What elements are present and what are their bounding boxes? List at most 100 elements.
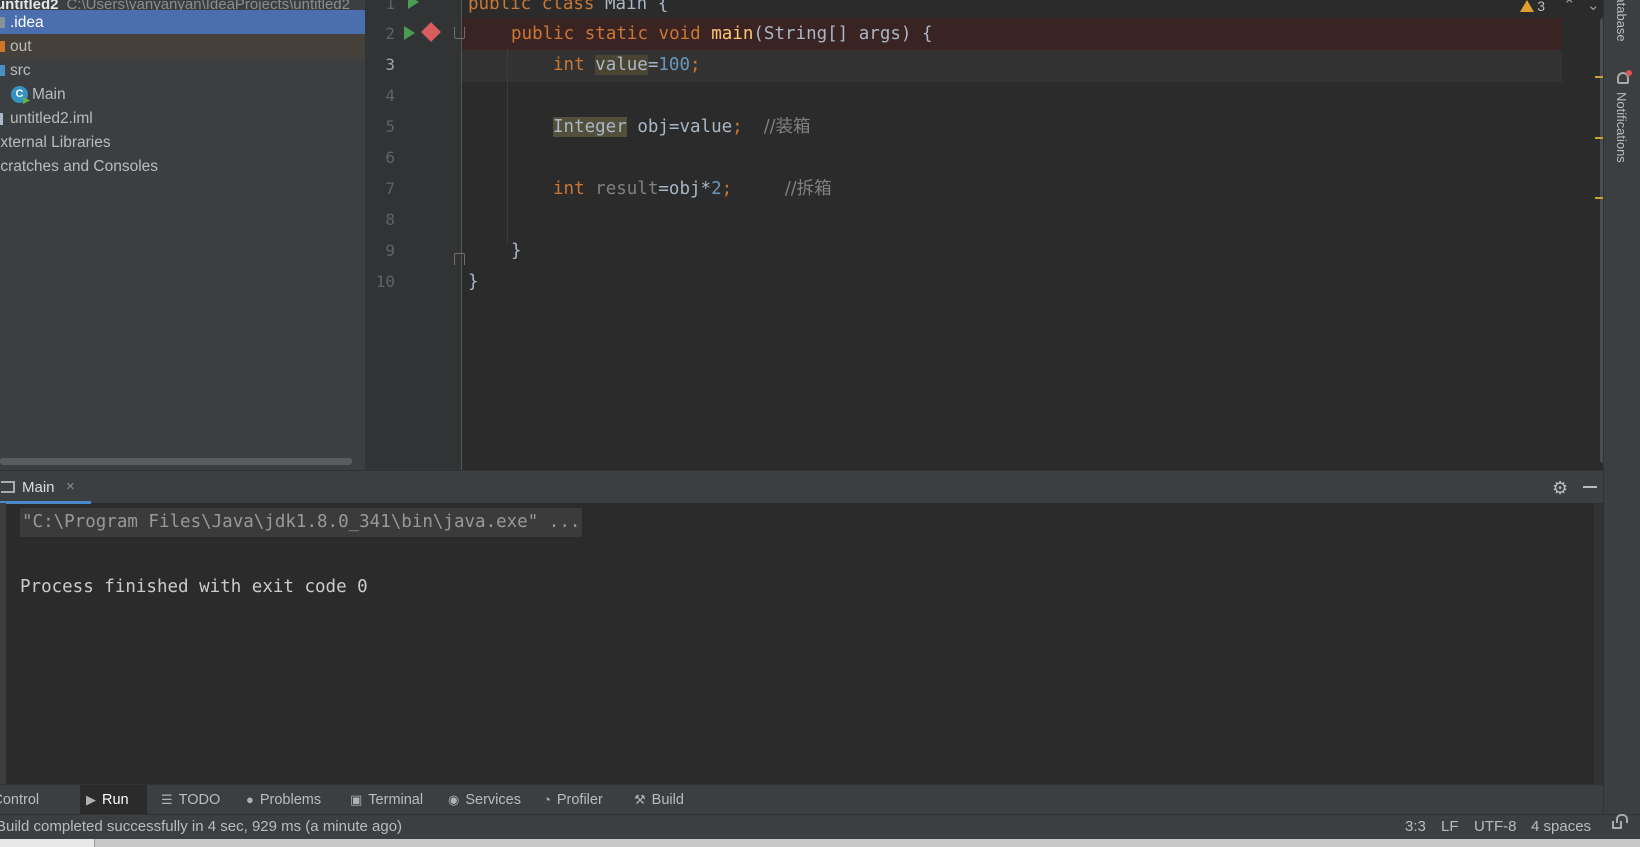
indent-setting[interactable]: 4 spaces xyxy=(1531,818,1591,835)
next-highlight-icon[interactable]: ⌄ xyxy=(1587,0,1600,14)
warning-stripe-mark[interactable] xyxy=(1595,76,1603,78)
number-literal: 2 xyxy=(711,179,722,199)
code-line-7[interactable]: int result=obj*2; //拆箱 xyxy=(553,178,832,200)
status-message[interactable]: Build completed successfully in 4 sec, 9… xyxy=(0,818,402,835)
excluded-folder-icon xyxy=(0,41,5,52)
identifier-highlight: value xyxy=(595,55,648,75)
tool-label: Run xyxy=(102,792,129,808)
line-number: 9 xyxy=(385,241,395,260)
unused-identifier: result xyxy=(595,179,659,199)
line-separator[interactable]: LF xyxy=(1441,818,1459,835)
inspection-widget[interactable]: 3 xyxy=(1520,0,1545,14)
fold-open-icon[interactable] xyxy=(454,27,465,39)
run-icon: ▶ xyxy=(86,792,96,807)
problems-icon: ● xyxy=(246,792,254,807)
tree-item-idea[interactable]: .idea xyxy=(0,10,365,35)
type-highlight: Integer xyxy=(553,117,627,137)
tool-label: TODO xyxy=(178,792,221,808)
warning-stripe-mark[interactable] xyxy=(1595,137,1603,139)
gear-icon[interactable]: ⚙ xyxy=(1552,478,1568,499)
line-number: 6 xyxy=(385,148,395,167)
services-tool-button[interactable]: ◉ Services xyxy=(442,785,527,815)
tree-item-label: External Libraries xyxy=(0,134,111,151)
notification-dot-icon xyxy=(1626,70,1632,76)
services-icon: ◉ xyxy=(448,792,460,807)
tree-item-main[interactable]: C Main xyxy=(0,82,365,107)
source-folder-icon xyxy=(0,65,5,76)
tree-item-label: untitled2.iml xyxy=(10,110,93,127)
line-number-current: 3 xyxy=(385,55,395,74)
console-command-line[interactable]: "C:\Program Files\Java\jdk1.8.0_341\bin\… xyxy=(20,508,583,537)
code-line-9[interactable]: } xyxy=(511,240,522,262)
semicolon: ; xyxy=(721,179,733,199)
tool-label: Terminal xyxy=(368,792,424,808)
status-bar: Build completed successfully in 4 sec, 9… xyxy=(0,814,1640,839)
line-number: 7 xyxy=(385,179,395,198)
code-line-3[interactable]: int value=100; xyxy=(553,54,701,76)
code-line-1[interactable]: public class Main { xyxy=(468,0,668,15)
tree-item-out[interactable]: out xyxy=(0,34,365,59)
keyword: public xyxy=(468,0,532,14)
todo-tool-button[interactable]: ☰ TODO xyxy=(155,785,226,815)
problems-tool-button[interactable]: ● Problems xyxy=(240,785,327,815)
caret-position[interactable]: 3:3 xyxy=(1405,818,1426,835)
lock-icon[interactable] xyxy=(1612,814,1628,829)
run-tool-button[interactable]: ▶ Run xyxy=(80,785,147,815)
tree-item-label: out xyxy=(10,38,32,55)
tree-item-label: Main xyxy=(32,86,66,103)
run-tab-main[interactable]: Main × xyxy=(0,471,91,504)
active-tab-underline xyxy=(0,501,91,504)
method-name: main xyxy=(711,24,754,44)
warning-count: 3 xyxy=(1537,0,1545,14)
operator: = xyxy=(647,55,659,75)
todo-icon: ☰ xyxy=(161,792,173,807)
tree-item-scratches[interactable]: Scratches and Consoles xyxy=(0,154,365,179)
tool-label: Build xyxy=(651,792,684,808)
comment: //装箱 xyxy=(763,117,811,137)
semicolon: ; xyxy=(690,55,701,75)
console-scrollbar[interactable] xyxy=(1594,503,1602,784)
minus-icon[interactable] xyxy=(1583,486,1597,488)
right-tool-strip: Database Notifications xyxy=(1603,0,1640,847)
comment: //拆箱 xyxy=(784,179,832,199)
fold-close-icon[interactable] xyxy=(454,253,465,265)
tool-label: Problems xyxy=(259,792,322,808)
close-tab-icon[interactable]: × xyxy=(66,478,75,495)
warning-stripe-mark[interactable] xyxy=(1595,197,1603,199)
notifications-tool-button[interactable]: Notifications xyxy=(1614,92,1629,163)
build-tool-button[interactable]: ⚒ Build xyxy=(628,785,690,815)
version-control-button[interactable]: Version Control xyxy=(0,785,45,815)
run-main-icon[interactable] xyxy=(404,26,415,40)
code-line-5[interactable]: Integer obj=value; //装箱 xyxy=(553,116,811,138)
tree-item-iml[interactable]: untitled2.iml xyxy=(0,106,365,131)
database-tool-button[interactable]: Database xyxy=(1614,0,1629,42)
keyword: int xyxy=(553,55,585,75)
tree-item-external-libraries[interactable]: External Libraries xyxy=(0,130,365,155)
profiler-tool-button[interactable]: ◔ Profiler xyxy=(537,785,609,815)
console-exit-message: Process finished with exit code 0 xyxy=(20,577,368,597)
indent-guide xyxy=(507,48,508,244)
terminal-tool-button[interactable]: ▣ Terminal xyxy=(344,785,429,815)
file-encoding[interactable]: UTF-8 xyxy=(1474,818,1517,835)
run-class-icon[interactable] xyxy=(408,0,419,9)
line-number: 1 xyxy=(385,0,395,13)
semicolon: ; xyxy=(732,117,743,137)
tool-label: Version Control xyxy=(0,792,40,808)
code-editor[interactable]: 1 2 3 4 5 6 7 8 9 10 public class Main {… xyxy=(365,0,1603,470)
keyword: int xyxy=(553,179,585,199)
tree-item-label: Scratches and Consoles xyxy=(0,158,159,175)
line-number: 2 xyxy=(385,24,395,43)
run-header: Main × ⚙ xyxy=(0,470,1603,504)
code-line-10[interactable]: } xyxy=(468,271,479,293)
project-horizontal-scrollbar[interactable] xyxy=(0,458,352,465)
keyword: void xyxy=(658,24,701,44)
expression: =obj* xyxy=(658,179,712,199)
project-tool-window: untitled2 C:\Users\yanyanyan\IdeaProjects… xyxy=(0,0,365,470)
keyword: static xyxy=(584,24,648,44)
taskbar-strip xyxy=(0,839,1640,847)
code-line-2[interactable]: public static void main(String[] args) { xyxy=(511,23,933,45)
previous-highlight-icon[interactable]: ⌃ xyxy=(1563,0,1576,14)
tree-item-src[interactable]: src xyxy=(0,58,365,83)
module-file-icon xyxy=(0,113,3,125)
warning-icon xyxy=(1520,0,1535,12)
